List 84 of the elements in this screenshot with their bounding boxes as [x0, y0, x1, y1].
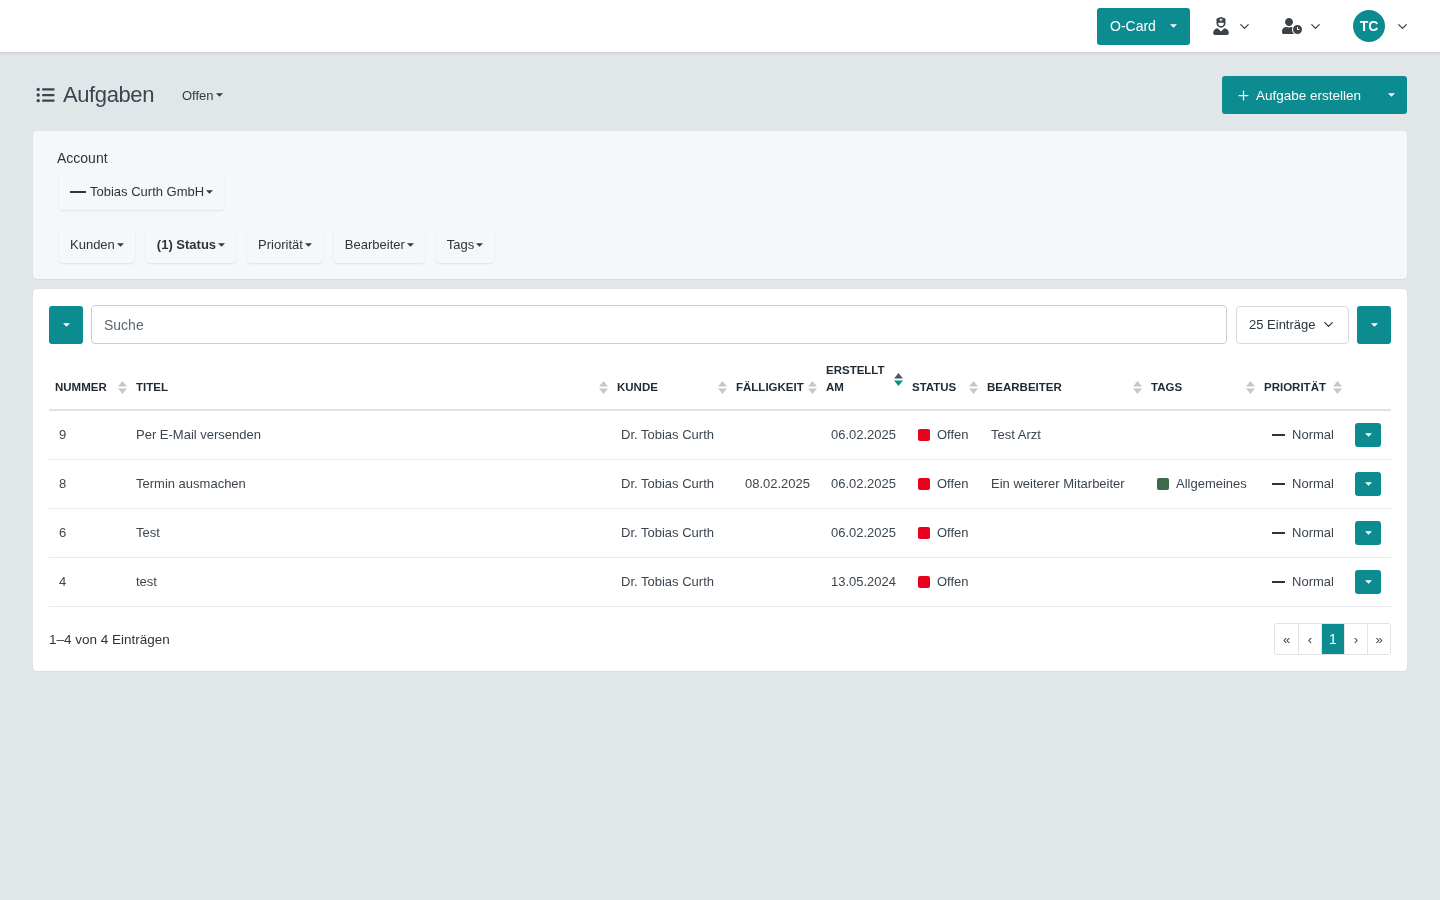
filter-dropdown[interactable]: (1) Status: [145, 226, 237, 263]
caret-icon: [206, 189, 214, 194]
entries-summary: 1–4 von 4 Einträgen: [49, 631, 170, 647]
column-header[interactable]: FÄLLIGKEIT: [730, 362, 820, 410]
user-clock-icon[interactable]: [1282, 17, 1302, 35]
table-cell: 13.05.2024: [820, 557, 906, 607]
field-label: Account: [57, 150, 108, 166]
dash-icon: [1272, 581, 1286, 583]
row-actions-button[interactable]: [1355, 521, 1381, 545]
user-avatar[interactable]: TC: [1353, 10, 1385, 42]
status-label: Offen: [937, 475, 969, 493]
search-field[interactable]: Suche: [91, 305, 1227, 344]
table-cell: Dr. Tobias Curth: [611, 459, 730, 509]
table-cell: Test: [130, 508, 611, 558]
last-page-button[interactable]: »: [1367, 624, 1390, 654]
caret-icon: [215, 93, 223, 97]
table-cell: Ein weiterer Mitarbeiter: [981, 459, 1145, 509]
table-cell: 4: [49, 557, 130, 607]
row-actions-button[interactable]: [1355, 570, 1381, 594]
column-header[interactable]: KUNDE: [611, 362, 730, 410]
table-cell: Dr. Tobias Curth: [611, 508, 730, 558]
caret-icon: [1364, 433, 1372, 437]
dash-icon: [1272, 483, 1286, 485]
filter-dropdown[interactable]: Bearbeiter: [333, 226, 425, 263]
table-cell: 9: [49, 410, 130, 460]
filter-dropdown[interactable]: Kunden: [59, 226, 135, 263]
caret-icon: [1170, 24, 1177, 28]
caret-icon: [116, 242, 124, 247]
status-label: Offen: [937, 426, 969, 444]
table-cell: 06.02.2025: [820, 410, 906, 460]
table-cell: Test Arzt: [981, 410, 1145, 460]
filter-dropdown[interactable]: Priorität: [247, 226, 323, 263]
table-cell: Per E-Mail versenden: [130, 410, 611, 460]
caret-icon: [218, 242, 226, 247]
dash-icon: [70, 190, 86, 193]
caret-icon: [62, 322, 70, 327]
column-header[interactable]: TITEL: [130, 362, 611, 410]
create-task-button[interactable]: Aufgabe erstellen: [1222, 76, 1407, 114]
priority-label: Normal: [1292, 475, 1334, 493]
priority-label: Normal: [1292, 426, 1334, 444]
status-label: Offen: [937, 524, 969, 542]
dash-icon: [1272, 532, 1286, 534]
tag-label: Allgemeines: [1176, 475, 1247, 493]
caret-icon: [1388, 93, 1395, 97]
account-dropdown[interactable]: Tobias Curth GmbH: [59, 173, 225, 210]
table-cell: test: [130, 557, 611, 607]
table-cell: Termin ausmachen: [130, 459, 611, 509]
column-header[interactable]: TAGS: [1145, 362, 1258, 410]
o-card-button[interactable]: O-Card: [1097, 7, 1190, 45]
page-title: Aufgaben: [63, 82, 154, 108]
export-options-button[interactable]: [1357, 305, 1391, 344]
view-filter-dropdown[interactable]: Offen: [181, 83, 224, 107]
caret-icon: [1370, 322, 1378, 327]
column-header[interactable]: BEARBEITER: [981, 362, 1145, 410]
table-options-button[interactable]: [49, 305, 83, 344]
caret-icon: [1364, 482, 1372, 486]
caret-icon: [476, 242, 484, 247]
row-actions-button[interactable]: [1355, 423, 1381, 447]
table-cell: 08.02.2025: [730, 459, 820, 509]
caret-icon: [304, 242, 312, 247]
page-button[interactable]: 1: [1321, 624, 1344, 654]
priority-label: Normal: [1292, 524, 1334, 542]
priority-label: Normal: [1292, 573, 1334, 591]
caret-icon: [406, 242, 414, 247]
column-header[interactable]: NUMMER: [49, 362, 130, 410]
caret-icon: [1364, 580, 1372, 584]
table-cell: 06.02.2025: [820, 459, 906, 509]
column-header[interactable]: PRIORITÄT: [1258, 362, 1345, 410]
list-icon: [35, 86, 56, 104]
user-nurse-icon[interactable]: [1213, 17, 1229, 35]
table-cell: Dr. Tobias Curth: [611, 410, 730, 460]
table-cell: 8: [49, 459, 130, 509]
row-actions-button[interactable]: [1355, 472, 1381, 496]
filter-dropdown[interactable]: Tags: [435, 226, 495, 263]
column-header[interactable]: ERSTELLT AM: [820, 362, 906, 410]
table-cell: 06.02.2025: [820, 508, 906, 558]
status-label: Offen: [937, 573, 969, 591]
plus-icon: [1236, 87, 1251, 103]
table-cell: Dr. Tobias Curth: [611, 557, 730, 607]
page-size-select[interactable]: 25 Einträge: [1236, 305, 1349, 344]
column-header[interactable]: STATUS: [906, 362, 981, 410]
table-cell: 6: [49, 508, 130, 558]
caret-icon: [1364, 531, 1372, 535]
dash-icon: [1272, 434, 1286, 436]
